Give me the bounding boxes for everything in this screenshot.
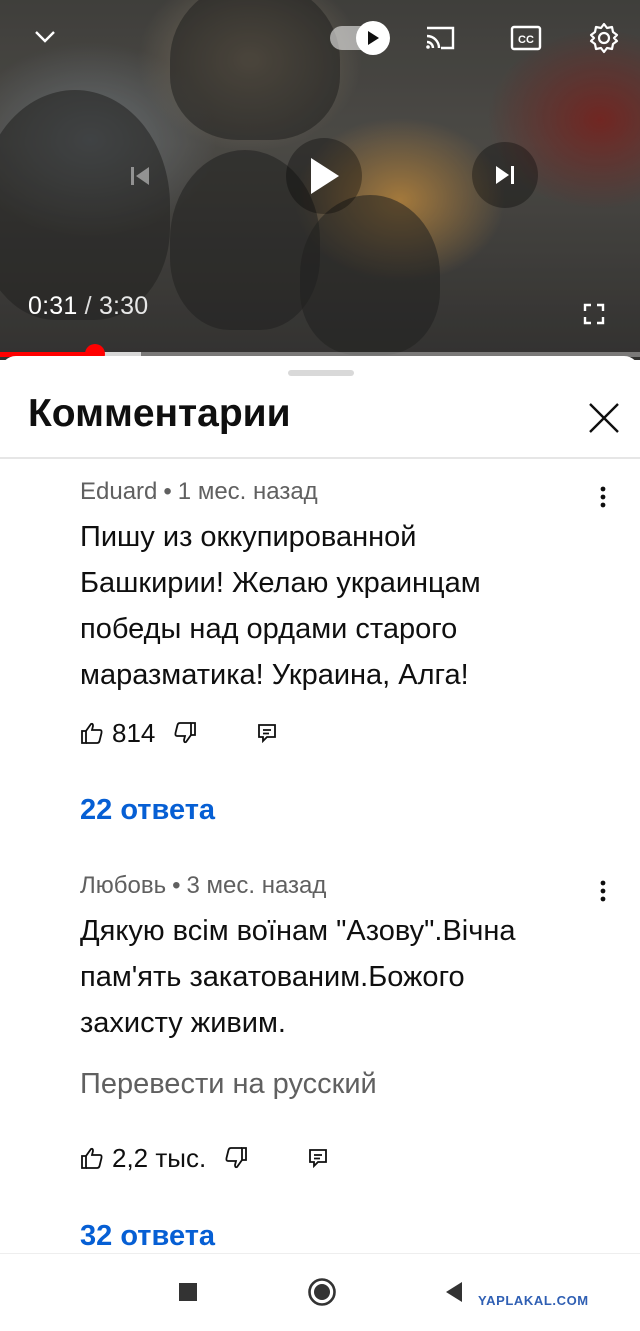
nav-home-icon[interactable] <box>302 1272 342 1312</box>
reply-icon <box>309 1149 328 1168</box>
previous-icon[interactable] <box>120 156 160 196</box>
comment-actions: 814 <box>80 716 277 750</box>
comment-text: Дякую всім воїнам "Азову".Вічна пам'ять … <box>80 908 620 1046</box>
like-button[interactable]: 814 <box>80 718 155 749</box>
comment-text-line: Пишу из оккупированной <box>80 521 417 553</box>
comments-panel: Комментарии Eduard • 1 мес. назад Пишу из … <box>0 356 640 1253</box>
comment-time: 3 мес. назад <box>186 872 327 899</box>
chevron-down-icon[interactable] <box>28 22 62 52</box>
dislike-icon <box>174 722 197 744</box>
comment-meta: Любовь • 3 мес. назад <box>80 872 620 900</box>
comment-text-line: захисту живим. <box>80 1007 286 1039</box>
next-icon[interactable] <box>472 142 538 208</box>
meta-dot: • <box>172 872 181 899</box>
replies-link[interactable]: 32 ответа <box>80 1220 215 1253</box>
like-count: 814 <box>112 717 156 748</box>
dislike-button[interactable] <box>173 721 197 745</box>
nav-recents-icon[interactable] <box>170 1274 206 1310</box>
comment-text: Пишу из оккупированной Башкирии! Желаю у… <box>80 514 620 698</box>
watermark: YAPLAKAL.COM <box>478 1293 589 1308</box>
like-icon <box>81 722 103 744</box>
close-icon[interactable] <box>582 396 626 440</box>
comment-text-line: победы над ордами старого <box>80 613 458 645</box>
comment-text-line: пам'ять закатованим.Божого <box>80 961 465 993</box>
comment-text-line: Башкирии! Желаю украинцам <box>80 567 481 599</box>
dislike-icon <box>225 1147 248 1169</box>
play-icon[interactable] <box>286 138 362 214</box>
autoplay-toggle[interactable] <box>330 21 390 55</box>
comment-text-line: маразматика! Украина, Алга! <box>80 659 469 691</box>
captions-icon[interactable]: CC <box>506 20 546 56</box>
like-button[interactable]: 2,2 тыс. <box>80 1143 206 1174</box>
comments-title: Комментарии <box>28 392 291 435</box>
duration: 3:30 <box>98 292 149 320</box>
more-vert-icon[interactable] <box>592 482 614 512</box>
fullscreen-icon[interactable] <box>576 296 612 332</box>
divider <box>0 457 640 459</box>
autoplay-play-icon <box>356 21 390 55</box>
comment-author[interactable]: Любовь <box>80 872 166 899</box>
svg-text:CC: CC <box>518 34 534 46</box>
video-player[interactable]: CC 0:31 / 3:30 <box>0 0 640 360</box>
comment-meta: Eduard • 1 мес. назад <box>80 478 620 506</box>
system-nav-bar <box>0 1253 640 1331</box>
replies-link[interactable]: 22 ответа <box>80 794 215 827</box>
reply-icon <box>258 724 277 743</box>
comment-item: Eduard • 1 мес. назад Пишу из оккупированн… <box>80 478 620 698</box>
drag-handle[interactable] <box>288 370 354 376</box>
dislike-button[interactable] <box>224 1146 248 1170</box>
settings-icon[interactable] <box>584 18 624 58</box>
comment-time: 1 мес. назад <box>177 478 318 505</box>
reply-button[interactable] <box>257 723 277 743</box>
comment-item: Любовь • 3 мес. назад Дякую всім воїнам "А… <box>80 872 620 1101</box>
reply-button[interactable] <box>308 1148 328 1168</box>
playback-time: 0:31 / 3:30 <box>28 292 148 321</box>
more-vert-icon[interactable] <box>592 876 614 906</box>
translate-link[interactable]: Перевести на русский <box>80 1068 620 1101</box>
like-icon <box>81 1147 103 1169</box>
nav-back-icon[interactable] <box>436 1274 472 1310</box>
time-separator: / <box>84 292 92 320</box>
meta-dot: • <box>163 478 172 505</box>
comment-author[interactable]: Eduard <box>80 478 157 505</box>
current-time: 0:31 <box>28 292 78 320</box>
comment-text-line: Дякую всім воїнам "Азову".Вічна <box>80 915 516 947</box>
cast-icon[interactable] <box>420 20 460 56</box>
like-count: 2,2 тыс. <box>112 1142 207 1173</box>
comment-actions: 2,2 тыс. <box>80 1141 328 1175</box>
